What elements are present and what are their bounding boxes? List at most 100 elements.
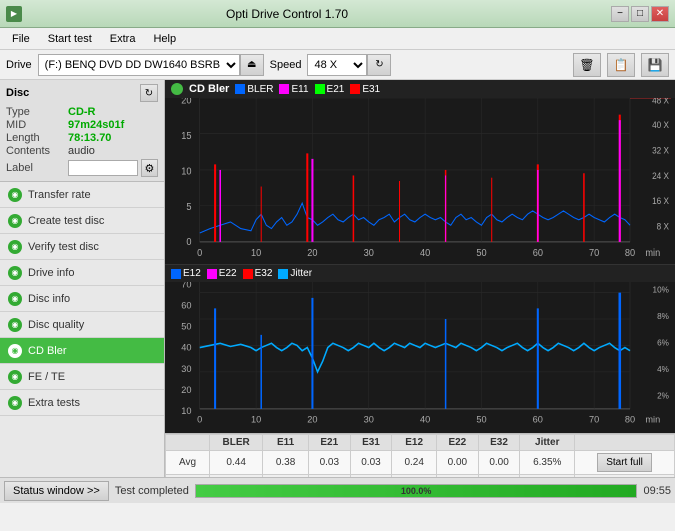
create-test-disc-icon: ◉: [8, 214, 22, 228]
row-avg-e21: 0.03: [308, 451, 350, 475]
sidebar-item-disc-quality[interactable]: ◉ Disc quality: [0, 312, 164, 338]
row-max-bler: 12: [210, 475, 263, 478]
disc-mid-label: MID: [6, 119, 68, 131]
label-gear-button[interactable]: ⚙: [141, 159, 158, 177]
col-bler: BLER: [210, 435, 263, 451]
e12-color: [171, 269, 181, 279]
verify-test-disc-label: Verify test disc: [28, 241, 99, 253]
svg-text:10: 10: [181, 166, 191, 177]
e31-legend-label: E31: [362, 84, 380, 95]
sidebar: Disc ↻ Type CD-R MID 97m24s01f Length 78…: [0, 80, 165, 477]
sidebar-item-extra-tests[interactable]: ◉ Extra tests: [0, 390, 164, 416]
erase-button[interactable]: 🗑: [573, 53, 601, 77]
disc-quality-label: Disc quality: [28, 319, 84, 331]
minimize-button[interactable]: −: [611, 6, 629, 22]
svg-text:6%: 6%: [657, 337, 669, 347]
e11-color: [279, 84, 289, 94]
start-full-button[interactable]: Start full: [597, 453, 652, 472]
close-button[interactable]: ✕: [651, 6, 669, 22]
eject-button[interactable]: ⏏: [240, 54, 264, 76]
svg-text:30: 30: [181, 364, 191, 374]
status-window-button[interactable]: Status window >>: [4, 481, 109, 501]
disc-contents-label: Contents: [6, 145, 68, 157]
svg-text:40: 40: [420, 248, 430, 259]
legend-jitter: Jitter: [278, 268, 312, 279]
disc-label-input[interactable]: [68, 160, 138, 176]
jitter-legend-label: Jitter: [290, 268, 312, 279]
cd-bler-chart-icon: [171, 83, 183, 95]
row-avg-e32: 0.00: [478, 451, 520, 475]
e21-legend-label: E21: [327, 84, 345, 95]
disc-refresh-button[interactable]: ↻: [140, 84, 158, 102]
row-max-e22: 0: [437, 475, 479, 478]
sidebar-item-transfer-rate[interactable]: ◉ Transfer rate: [0, 182, 164, 208]
verify-test-disc-icon: ◉: [8, 240, 22, 254]
content-area: CD Bler BLER E11 E21 E31: [165, 80, 675, 477]
row-avg-e31: 0.03: [350, 451, 392, 475]
legend-e32: E32: [243, 268, 273, 279]
lower-chart-titlebar: E12 E22 E32 Jitter: [165, 265, 675, 282]
drive-select[interactable]: (F:) BENQ DVD DD DW1640 BSRB: [38, 54, 240, 76]
speed-refresh-button[interactable]: ↻: [367, 54, 391, 76]
table-row: Max 12 12 6 9 6 0 0 6.9% Start part: [166, 475, 675, 478]
upper-chart-title: CD Bler: [189, 83, 229, 95]
menu-help[interactable]: Help: [145, 31, 184, 47]
maximize-button[interactable]: □: [631, 6, 649, 22]
extra-tests-icon: ◉: [8, 396, 22, 410]
speed-select[interactable]: 48 X: [307, 54, 367, 76]
svg-text:min: min: [645, 414, 660, 424]
sidebar-item-disc-info[interactable]: ◉ Disc info: [0, 286, 164, 312]
menu-file[interactable]: File: [4, 31, 38, 47]
menu-extra[interactable]: Extra: [102, 31, 144, 47]
jitter-color: [278, 269, 288, 279]
svg-text:32 X: 32 X: [652, 145, 669, 155]
svg-text:60: 60: [533, 414, 543, 424]
titlebar: ▶ Opti Drive Control 1.70 − □ ✕: [0, 0, 675, 28]
svg-text:48 X: 48 X: [652, 98, 669, 106]
sidebar-item-fe-te[interactable]: ◉ FE / TE: [0, 364, 164, 390]
disc-info-label: Disc info: [28, 293, 70, 305]
svg-text:10: 10: [181, 406, 191, 416]
svg-text:min: min: [645, 248, 660, 259]
disc-mid-value: 97m24s01f: [68, 119, 124, 131]
svg-text:2%: 2%: [657, 390, 669, 400]
sidebar-item-verify-test-disc[interactable]: ◉ Verify test disc: [0, 234, 164, 260]
stats-table: BLER E11 E21 E31 E12 E22 E32 Jitter Avg: [165, 434, 675, 477]
drive-info-label: Drive info: [28, 267, 74, 279]
row-max-jitter: 6.9%: [520, 475, 575, 478]
row-avg-label: Avg: [166, 451, 210, 475]
speed-label: Speed: [270, 59, 302, 71]
svg-text:40: 40: [181, 343, 191, 353]
svg-text:0: 0: [197, 414, 202, 424]
e32-legend-label: E32: [255, 268, 273, 279]
sidebar-item-cd-bler[interactable]: ◉ CD Bler: [0, 338, 164, 364]
save-button[interactable]: 💾: [641, 53, 669, 77]
disc-length-value: 78:13.70: [68, 132, 111, 144]
svg-text:40 X: 40 X: [652, 120, 669, 130]
svg-text:15: 15: [181, 131, 191, 142]
drivebar: Drive (F:) BENQ DVD DD DW1640 BSRB ⏏ Spe…: [0, 50, 675, 80]
sidebar-item-drive-info[interactable]: ◉ Drive info: [0, 260, 164, 286]
menu-start-test[interactable]: Start test: [40, 31, 100, 47]
col-label: [166, 435, 210, 451]
svg-text:30: 30: [364, 414, 374, 424]
bler-color: [235, 84, 245, 94]
copy-button[interactable]: 📋: [607, 53, 635, 77]
svg-text:10%: 10%: [653, 284, 670, 294]
svg-text:20: 20: [181, 385, 191, 395]
svg-text:50: 50: [476, 414, 486, 424]
app-icon: ▶: [6, 6, 22, 22]
row-avg-jitter: 6.35%: [520, 451, 575, 475]
e31-color: [350, 84, 360, 94]
e12-legend-label: E12: [183, 268, 201, 279]
row-avg-e22: 0.00: [437, 451, 479, 475]
row-max-e31: 9: [350, 475, 392, 478]
disc-info-icon: ◉: [8, 292, 22, 306]
statusbar: Status window >> Test completed 100.0% 0…: [0, 477, 675, 503]
col-e31: E31: [350, 435, 392, 451]
row-max-label: Max: [166, 475, 210, 478]
sidebar-item-create-test-disc[interactable]: ◉ Create test disc: [0, 208, 164, 234]
disc-quality-icon: ◉: [8, 318, 22, 332]
disc-contents-value: audio: [68, 145, 95, 157]
svg-text:16 X: 16 X: [652, 196, 669, 206]
